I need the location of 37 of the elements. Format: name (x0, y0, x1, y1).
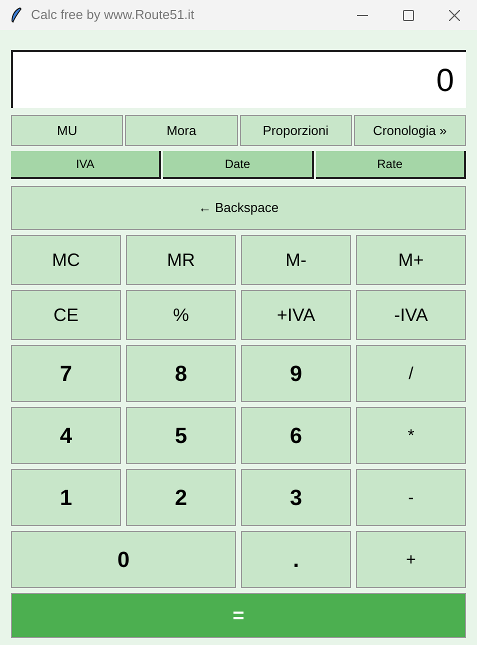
window-title: Calc free by www.Route51.it (31, 6, 194, 24)
tool-button[interactable]: Proporzioni (240, 115, 352, 146)
calculator-key[interactable]: * (356, 407, 466, 464)
mode-button[interactable]: Date (163, 151, 314, 179)
calculator-key[interactable]: 4 (11, 407, 121, 464)
display-field[interactable]: 0 (11, 50, 466, 108)
feather-icon (10, 7, 22, 23)
calculator-key[interactable]: / (356, 345, 466, 402)
calculator-key[interactable]: -IVA (356, 290, 466, 340)
tool-button[interactable]: Mora (125, 115, 238, 146)
backspace-button[interactable]: ← Backspace (11, 186, 466, 230)
calculator-key[interactable]: % (126, 290, 236, 340)
minimize-icon (356, 14, 368, 16)
calculator-key[interactable]: - (356, 469, 466, 526)
calculator-key[interactable]: MR (126, 235, 236, 285)
mode-button[interactable]: IVA (11, 151, 162, 179)
calculator-key[interactable]: . (241, 531, 351, 588)
calculator-key[interactable]: 2 (126, 469, 236, 526)
calculator-key[interactable]: 5 (126, 407, 236, 464)
calculator-key[interactable]: 7 (11, 345, 121, 402)
calculator-key[interactable]: CE (11, 290, 121, 340)
calculator-key[interactable]: 0 (11, 531, 236, 588)
tool-button[interactable]: MU (11, 115, 124, 146)
calculator-key[interactable]: M- (241, 235, 351, 285)
calculator-key[interactable]: + (356, 531, 466, 588)
calculator-key[interactable]: M+ (356, 235, 466, 285)
close-icon (448, 10, 460, 20)
calculator-key[interactable]: +IVA (241, 290, 351, 340)
calculator-key[interactable]: 3 (241, 469, 351, 526)
calculator-key[interactable]: 8 (126, 345, 236, 402)
mode-button[interactable]: Rate (316, 151, 466, 179)
calculator-key[interactable]: 9 (241, 345, 351, 402)
tool-button[interactable]: Cronologia » (354, 115, 466, 146)
calculator-key[interactable]: 1 (11, 469, 121, 526)
calculator-key[interactable]: 6 (241, 407, 351, 464)
maximize-icon (402, 10, 414, 20)
calculator-key[interactable]: MC (11, 235, 121, 285)
